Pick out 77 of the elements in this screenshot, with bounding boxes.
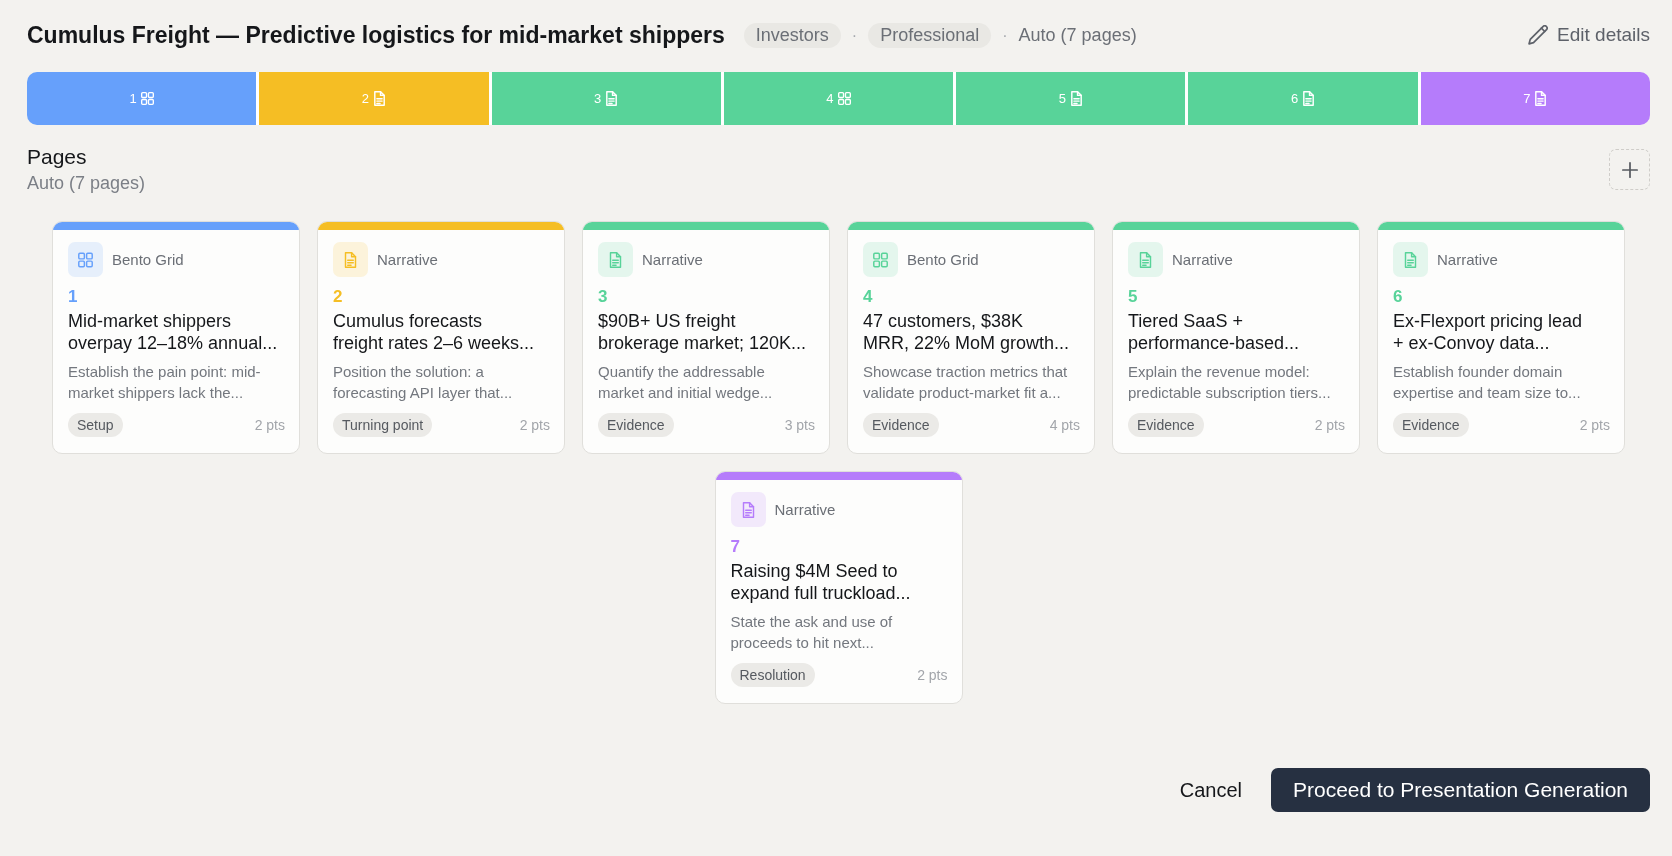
- page-title: $90B+ US freight brokerage market; 120K...: [598, 310, 808, 354]
- story-role-tag: Evidence: [598, 413, 674, 437]
- page-description: Quantify the addressable market and initial wedge...: [598, 362, 774, 403]
- grid-icon: [837, 91, 851, 106]
- grid-icon: [140, 91, 154, 106]
- points-label: 2 pts: [917, 667, 948, 683]
- meta-tag: Investors: [743, 22, 841, 48]
- page-description: Establish the pain point: mid- market shippers lack the...: [68, 362, 262, 403]
- document-icon: [1534, 91, 1548, 106]
- story-role-tag: Evidence: [1128, 413, 1204, 437]
- page-number: 2: [333, 287, 344, 307]
- separator-dot: ·: [1002, 25, 1008, 45]
- page-card[interactable]: Bento Grid 1 Mid-market shippers overpay 12–18% annual... Establish the pain point: mid- market shippers lack the... Setup 2 pts: [52, 221, 300, 454]
- layout-type-label: Bento Grid: [112, 250, 184, 269]
- page-card[interactable]: Bento Grid 4 47 customers, $38K MRR, 22% MoM growth... Showcase traction metrics that validate product-market fit a... Evidence 4 pts: [847, 221, 1095, 454]
- points-label: 3 pts: [784, 417, 815, 433]
- document-icon: [1069, 91, 1083, 106]
- story-role-tag: Setup: [68, 413, 123, 437]
- layout-type-label: Narrative: [642, 250, 703, 269]
- edit-details-button[interactable]: Edit details: [1528, 23, 1650, 47]
- page-card[interactable]: Narrative 7 Raising $4M Seed to expand full truckload... State the ask and use of proceeds to hit next... Resolution 2 pts: [714, 471, 963, 704]
- page-number: 7: [730, 537, 741, 557]
- points-label: 2 pts: [1579, 417, 1610, 433]
- page-title: Mid-market shippers overpay 12–18% annual...: [68, 310, 279, 354]
- document-icon: [333, 242, 368, 277]
- page-card[interactable]: Narrative 2 Cumulus forecasts freight rates 2–6 weeks... Position the solution: a forecasting API layer that... Turning point 2 pts: [317, 221, 565, 454]
- grid-icon: [863, 242, 898, 277]
- page-title: Cumulus forecasts freight rates 2–6 weeks...: [333, 310, 536, 354]
- page-description: State the ask and use of proceeds to hit next...: [730, 612, 894, 653]
- page-description: Showcase traction metrics that validate product-market fit a...: [863, 362, 1069, 403]
- section-heading: Pages: [27, 145, 88, 169]
- page-description: Position the solution: a forecasting API layer that...: [333, 362, 514, 403]
- points-label: 2 pts: [519, 417, 550, 433]
- page-title: Ex-Flexport pricing lead + ex-Convoy data...: [1393, 310, 1584, 354]
- layout-type-label: Narrative: [1172, 250, 1233, 269]
- add-page-button[interactable]: [1609, 149, 1650, 190]
- page-card[interactable]: Narrative 6 Ex-Flexport pricing lead + ex-Convoy data... Establish founder domain expertise and team size to... Evidence 2 pts: [1377, 221, 1625, 454]
- points-label: 4 pts: [1049, 417, 1080, 433]
- layout-type-label: Narrative: [1437, 250, 1498, 269]
- story-role-tag: Evidence: [863, 413, 939, 437]
- grid-icon: [68, 242, 103, 277]
- page-title: Tiered SaaS + performance-based...: [1128, 310, 1301, 354]
- document-icon: [1302, 91, 1316, 106]
- document-icon: [598, 242, 633, 277]
- document-icon: [1128, 242, 1163, 277]
- document-icon: [605, 91, 619, 106]
- points-label: 2 pts: [254, 417, 285, 433]
- page-title: 47 customers, $38K MRR, 22% MoM growth...: [863, 310, 1071, 354]
- page-description: Explain the revenue model: predictable subscription tiers...: [1128, 362, 1332, 403]
- deck-title: Cumulus Freight — Predictive logistics for mid-market shippers: [27, 21, 725, 50]
- page-number: 4: [863, 287, 874, 307]
- page-number: 6: [1393, 287, 1404, 307]
- page-number: 3: [598, 287, 609, 307]
- page-card[interactable]: Narrative 5 Tiered SaaS + performance-based... Explain the revenue model: predictable subscription tiers... Evidence 2 pts: [1112, 221, 1360, 454]
- proceed-button[interactable]: Proceed to Presentation Generation: [1270, 768, 1650, 812]
- page-description: Establish founder domain expertise and team size to...: [1393, 362, 1582, 403]
- page-count-text: Auto (7 pages): [1018, 25, 1137, 45]
- pencil-icon: [1528, 25, 1549, 45]
- separator-dot: ·: [851, 25, 858, 45]
- story-role-tag: Evidence: [1393, 413, 1469, 437]
- document-icon: [373, 91, 387, 106]
- cancel-button[interactable]: Cancel: [1165, 768, 1256, 812]
- document-icon: [730, 492, 766, 527]
- plus-icon: [1621, 161, 1638, 178]
- story-role-tag: Turning point: [333, 413, 433, 437]
- document-icon: [1393, 242, 1428, 277]
- points-label: 2 pts: [1314, 417, 1345, 433]
- section-subtitle: Auto (7 pages): [27, 172, 146, 194]
- page-title: Raising $4M Seed to expand full truckload...: [730, 560, 912, 604]
- layout-type-label: Narrative: [377, 250, 438, 269]
- page-number: 5: [1128, 287, 1139, 307]
- story-role-tag: Resolution: [730, 663, 815, 687]
- meta-tag: Professional: [868, 22, 992, 48]
- layout-type-label: Narrative: [774, 500, 836, 519]
- page-card[interactable]: Narrative 3 $90B+ US freight brokerage market; 120K... Quantify the addressable market and initial wedge... Evidence 3 pts: [582, 221, 830, 454]
- layout-type-label: Bento Grid: [907, 250, 979, 269]
- page-number: 1: [68, 287, 79, 307]
